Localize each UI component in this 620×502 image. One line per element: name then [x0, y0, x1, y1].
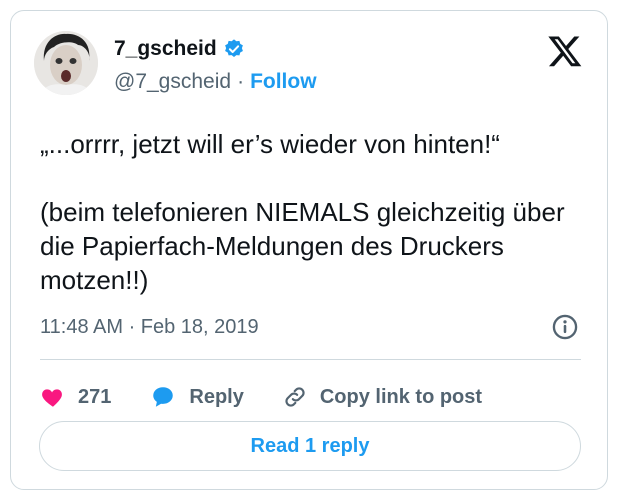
author-handle-row: @7_gscheid · Follow: [114, 69, 317, 95]
copy-link-button[interactable]: Copy link to post: [282, 384, 482, 410]
avatar-image: [34, 31, 98, 95]
like-button[interactable]: 271: [40, 384, 111, 410]
tweet-text: „...orrrr, jetzt will er’s wieder von hi…: [40, 129, 565, 295]
speech-bubble-icon: [153, 387, 174, 407]
author-display-name[interactable]: 7_gscheid: [114, 36, 217, 62]
read-replies-label: Read 1 reply: [250, 434, 370, 457]
tweet-card: 7_gscheid @7_gscheid · Follow „...orrrr,…: [10, 10, 608, 490]
divider: [40, 359, 581, 360]
heart-icon: [42, 389, 62, 407]
separator-dot: ·: [237, 70, 245, 93]
avatar[interactable]: [34, 31, 98, 95]
verified-badge-icon: [224, 39, 243, 57]
like-count: 271: [78, 385, 112, 408]
reply-label: Reply: [189, 385, 244, 408]
author-name-row[interactable]: 7_gscheid: [114, 36, 245, 62]
reply-button[interactable]: Reply: [149, 384, 244, 410]
info-icon[interactable]: [551, 313, 579, 341]
x-logo-icon[interactable]: [547, 33, 583, 69]
follow-button[interactable]: Follow: [250, 69, 317, 95]
tweet-timestamp[interactable]: 11:48 AM · Feb 18, 2019: [40, 315, 259, 339]
link-icon: [285, 387, 305, 407]
copy-link-label: Copy link to post: [319, 385, 483, 408]
action-bar: 271 Reply Copy link to post: [40, 375, 520, 419]
read-replies-button[interactable]: Read 1 reply: [39, 421, 581, 471]
author-handle[interactable]: @7_gscheid: [114, 69, 231, 95]
